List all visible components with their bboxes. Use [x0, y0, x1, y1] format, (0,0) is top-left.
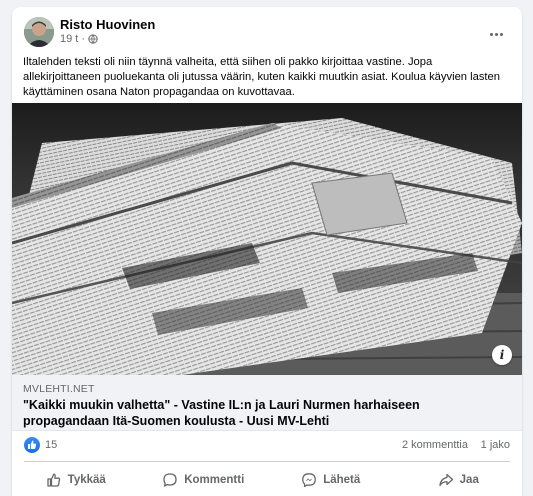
share-button-label: Jaa — [459, 474, 479, 486]
share-button[interactable]: Jaa — [395, 465, 523, 495]
shares-count[interactable]: 1 jako — [481, 439, 510, 451]
messenger-icon — [302, 473, 317, 488]
send-button[interactable]: Lähetä — [267, 465, 395, 495]
author-name[interactable]: Risto Huovinen — [60, 17, 155, 32]
link-title[interactable]: "Kaikki muukin valhetta" - Vastine IL:n … — [23, 397, 503, 429]
post-text: Iltalehden teksti oli niin täynnä valhei… — [23, 56, 500, 98]
globe-icon — [88, 34, 98, 44]
avatar[interactable] — [24, 17, 54, 47]
like-button[interactable]: Tykkää — [12, 465, 140, 495]
post-meta: 19 t · — [60, 33, 98, 45]
newspapers-photo — [12, 103, 522, 375]
send-button-label: Lähetä — [323, 474, 361, 486]
post-time[interactable]: 19 t — [60, 33, 78, 45]
more-options-icon[interactable] — [490, 23, 508, 36]
comments-count[interactable]: 2 kommenttia — [402, 439, 468, 451]
post-header: Risto Huovinen 19 t · — [12, 7, 522, 49]
like-button-label: Tykkää — [67, 474, 106, 486]
divider — [24, 461, 510, 462]
post-card: Risto Huovinen 19 t · Iltalehden teksti … — [12, 7, 522, 496]
link-preview[interactable]: MVLEHTI.NET "Kaikki muukin valhetta" - V… — [12, 375, 522, 431]
info-icon[interactable]: i — [492, 345, 512, 365]
share-icon — [439, 473, 453, 487]
link-domain: MVLEHTI.NET — [23, 383, 95, 395]
comment-button-label: Kommentti — [184, 474, 245, 486]
reaction-stats: 15 2 kommenttia 1 jako — [12, 435, 522, 455]
avatar-image — [24, 17, 54, 47]
thumbs-up-icon — [47, 473, 60, 487]
action-bar: Tykkää Kommentti Lähetä Jaa — [12, 465, 522, 495]
meta-separator: · — [81, 33, 86, 45]
comment-icon — [163, 473, 177, 487]
like-reaction-icon[interactable] — [24, 437, 40, 453]
like-count[interactable]: 15 — [45, 439, 57, 451]
comment-button[interactable]: Kommentti — [140, 465, 268, 495]
link-image[interactable]: i — [12, 103, 522, 375]
